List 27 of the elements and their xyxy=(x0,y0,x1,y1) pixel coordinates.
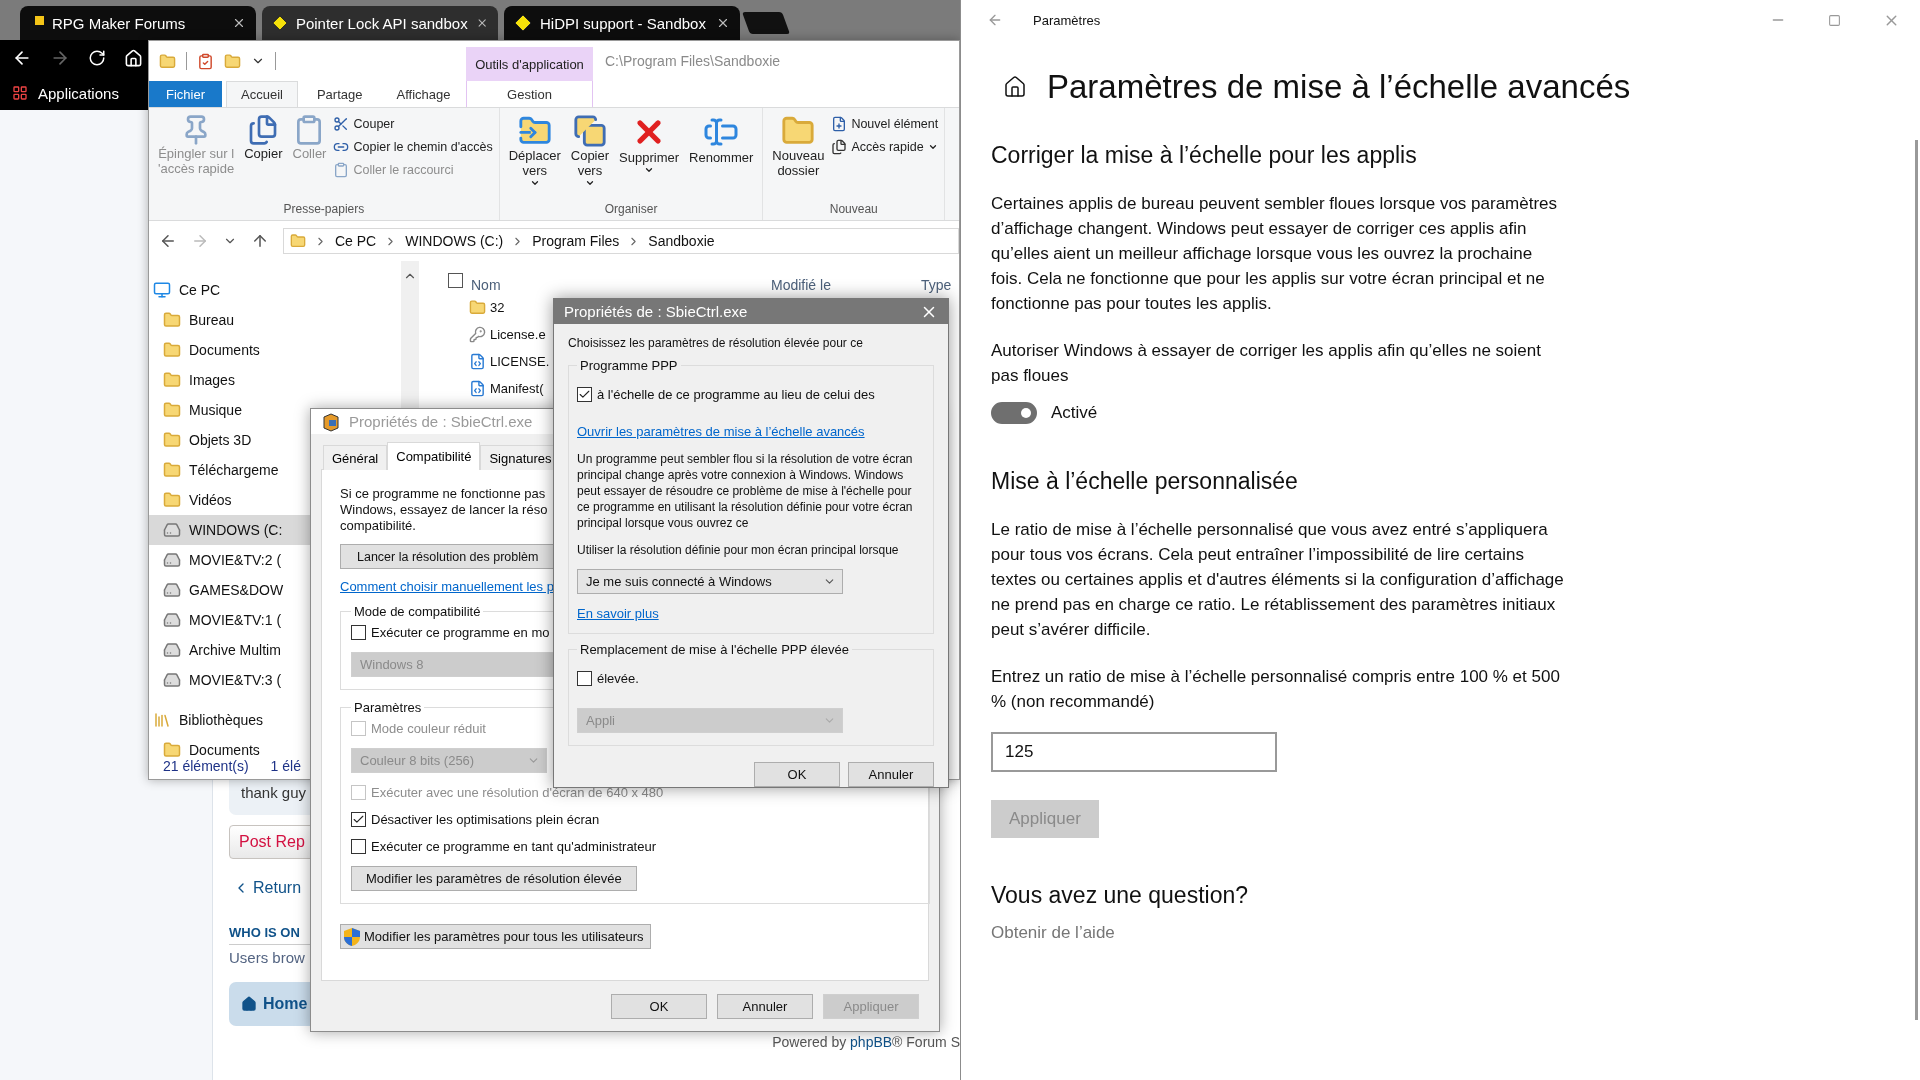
dialog-title: Propriétés de : SbieCtrl.exe xyxy=(349,413,533,430)
window-title: C:\Program Files\Sandboxie xyxy=(605,53,781,69)
toggle-state: Activé xyxy=(1051,403,1098,423)
section-heading: Vous avez une question? xyxy=(991,882,1249,909)
context-tab-label: Outils d'application xyxy=(466,47,593,81)
group-label: Nouveau xyxy=(828,202,879,218)
status-text: 1 élé xyxy=(270,758,301,774)
page-heading: Paramètres de mise à l’échelle avancés xyxy=(1047,68,1631,106)
description-text: Le ratio de mise à l’échelle personnalisé que vous avez entré s’appliquera pour tous vos écrans. Cela peut entraîner l’impossibilité de lire certains textes ou certaines applis et d'autres éléments si la configuration d’affichage ne prend pas en charge ce ratio. Le rétablissement des paramètres initiaux peut s’avérer difficile. xyxy=(991,519,1565,641)
dialog-title: Propriétés de : SbieCtrl.exe xyxy=(564,303,748,320)
toggle-label: Autoriser Windows à essayer de corriger les applis afin qu’elles ne soient pas floues xyxy=(991,340,1542,387)
group-label: Presse-papiers xyxy=(282,202,366,218)
group-label: Programme PPP xyxy=(579,358,679,373)
group-label: Mode de compatibilité xyxy=(353,604,482,619)
section-heading: Corriger la mise à l’échelle pour les applis xyxy=(991,142,1417,169)
description-text: Un programme peut sembler flou si la résolution de votre écran principal change après votre connexion à Windows. Windows peut essayer de résoudre ce problème de mise à l'échelle pour ce programme en utilisant la résolution définie pour votre écran principal lorsque vous ouvrez ce xyxy=(577,451,914,531)
status-text: 21 élément(s) xyxy=(163,758,249,774)
field-label: Entrez un ratio de mise à l’échelle personnalisé compris entre 100 % et 500 % (non recommandé) xyxy=(991,666,1561,713)
group-label: Paramètres xyxy=(353,700,423,715)
section-heading: Mise à l’échelle personnalisée xyxy=(991,468,1298,495)
description-text: Certaines applis de bureau peuvent sembler floues lorsque vos paramètres d’affichage changent. Windows peut essayer de corriger ces applis afin qu’elles aient un meilleur affichage lorsque vous les ouvrez la prochaine fois. Cela ne fonctionne que pour les applis sur votre écran principal et ne fonctionne pas pour toutes les applis. xyxy=(991,193,1559,315)
post-text: thank guy xyxy=(241,784,307,801)
window-title: Paramètres xyxy=(1033,12,1102,28)
footer-text: Powered by phpBB® Forum S xyxy=(772,1034,960,1050)
group-label: Organiser xyxy=(603,202,659,218)
users-text: Users brow xyxy=(229,949,305,966)
intro-text: Choisissez les paramètres de résolution élevée pour ce xyxy=(568,336,864,350)
